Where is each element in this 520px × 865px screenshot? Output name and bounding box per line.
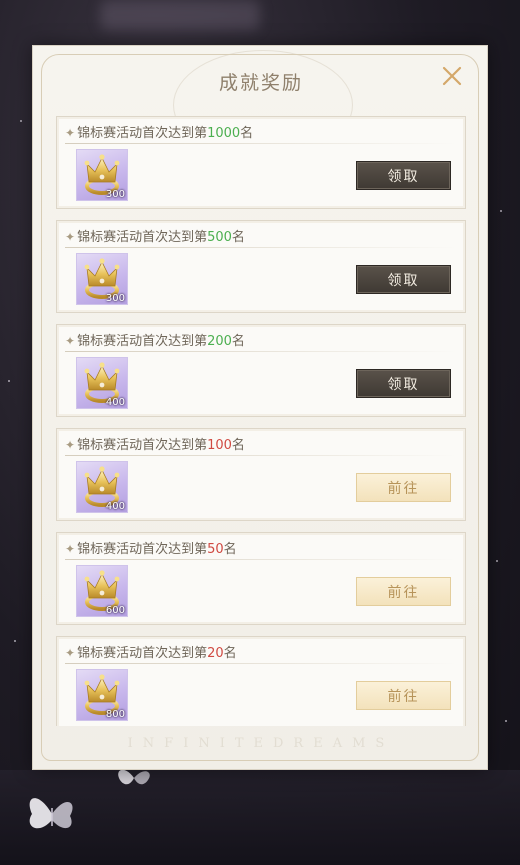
dialog-title: 成就奖励 [218, 72, 303, 94]
star-sparkle [8, 380, 10, 382]
condition-suffix: 名 [231, 334, 245, 349]
item-quantity: 300 [105, 189, 125, 200]
condition-prefix: 锦标赛活动首次达到第 [77, 438, 208, 453]
rank-number: 50 [207, 542, 224, 557]
star-sparkle [20, 120, 22, 122]
condition-prefix: 锦标赛活动首次达到第 [77, 230, 208, 245]
divider [65, 247, 457, 248]
reward-card: ✦ 锦标赛活动首次达到第100名 400 前往 [56, 428, 466, 521]
condition-suffix: 名 [231, 438, 245, 453]
divider [65, 351, 457, 352]
rank-number: 200 [207, 334, 232, 349]
reward-item-slot[interactable]: 600 [76, 565, 128, 617]
sparkle-icon: ✦ [65, 334, 76, 348]
reward-condition: ✦ 锦标赛活动首次达到第200名 [65, 330, 245, 349]
item-quantity: 300 [105, 293, 125, 304]
reward-condition: ✦ 锦标赛活动首次达到第500名 [65, 226, 245, 245]
reward-condition: ✦ 锦标赛活动首次达到第100名 [65, 434, 245, 453]
reward-condition: ✦ 锦标赛活动首次达到第20名 [65, 642, 237, 661]
sparkle-icon: ✦ [65, 646, 76, 660]
reward-card: ✦ 锦标赛活动首次达到第500名 300 领取 [56, 220, 466, 313]
star-sparkle [14, 640, 16, 642]
star-sparkle [500, 210, 502, 212]
reward-item-slot[interactable]: 400 [76, 461, 128, 513]
rank-number: 20 [207, 646, 224, 661]
go-button[interactable]: 前往 [356, 681, 451, 710]
star-sparkle [505, 720, 507, 722]
condition-prefix: 锦标赛活动首次达到第 [77, 126, 208, 141]
rank-number: 500 [207, 230, 232, 245]
reward-item-slot[interactable]: 300 [76, 149, 128, 201]
condition-suffix: 名 [223, 542, 237, 557]
sparkle-icon: ✦ [65, 126, 76, 140]
achievement-rewards-dialog: 成就奖励 ✦ 锦标赛活动首次达到第1000名 300 领取 ✦ 锦标赛活动首次达… [32, 45, 488, 770]
go-button[interactable]: 前往 [356, 473, 451, 502]
sparkle-icon: ✦ [65, 230, 76, 244]
reward-condition: ✦ 锦标赛活动首次达到第1000名 [65, 122, 253, 141]
rank-number: 100 [207, 438, 232, 453]
condition-prefix: 锦标赛活动首次达到第 [77, 542, 208, 557]
butterfly-icon [29, 798, 73, 829]
divider [65, 455, 457, 456]
reward-item-slot[interactable]: 400 [76, 357, 128, 409]
claim-button[interactable]: 领取 [356, 265, 451, 294]
reward-item-slot[interactable]: 300 [76, 253, 128, 305]
item-quantity: 600 [105, 605, 125, 616]
divider [65, 559, 457, 560]
condition-suffix: 名 [231, 230, 245, 245]
go-button[interactable]: 前往 [356, 577, 451, 606]
item-quantity: 400 [105, 501, 125, 512]
reward-card: ✦ 锦标赛活动首次达到第1000名 300 领取 [56, 116, 466, 209]
rank-number: 1000 [207, 126, 241, 141]
condition-prefix: 锦标赛活动首次达到第 [77, 334, 208, 349]
background-blurred-text [100, 0, 260, 30]
sparkle-icon: ✦ [65, 438, 76, 452]
sparkle-icon: ✦ [65, 542, 76, 556]
condition-suffix: 名 [240, 126, 254, 141]
claim-button[interactable]: 领取 [356, 161, 451, 190]
reward-condition: ✦ 锦标赛活动首次达到第50名 [65, 538, 237, 557]
reward-item-slot[interactable]: 800 [76, 669, 128, 721]
reward-card: ✦ 锦标赛活动首次达到第200名 400 领取 [56, 324, 466, 417]
footer-watermark: INFINITEDREAMS [127, 736, 395, 751]
divider [65, 143, 457, 144]
condition-suffix: 名 [223, 646, 237, 661]
item-quantity: 400 [105, 397, 125, 408]
claim-button[interactable]: 领取 [356, 369, 451, 398]
divider [65, 663, 457, 664]
star-sparkle [496, 560, 498, 562]
reward-card: ✦ 锦标赛活动首次达到第20名 800 前往 [56, 636, 466, 726]
close-icon[interactable] [438, 62, 466, 90]
reward-card: ✦ 锦标赛活动首次达到第50名 600 前往 [56, 532, 466, 625]
item-quantity: 800 [105, 709, 125, 720]
reward-list[interactable]: ✦ 锦标赛活动首次达到第1000名 300 领取 ✦ 锦标赛活动首次达到第500… [56, 116, 466, 726]
condition-prefix: 锦标赛活动首次达到第 [77, 646, 208, 661]
